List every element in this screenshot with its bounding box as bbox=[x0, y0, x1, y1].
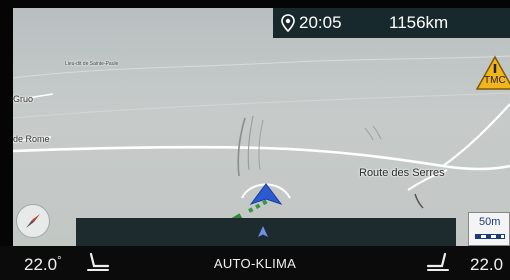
scale-bar bbox=[475, 234, 505, 239]
passenger-temperature[interactable]: 22.0 bbox=[470, 255, 503, 275]
eta-time: 20:05 bbox=[299, 13, 342, 32]
map-label-left-2: de Rome bbox=[13, 134, 50, 144]
tmc-traffic-warning[interactable]: TMC bbox=[475, 55, 510, 91]
status-bar: 20:05 1156km bbox=[273, 8, 510, 38]
map-view[interactable]: Lieu-dit de Sainte-Paule Gruo de Rome Ro… bbox=[13, 8, 510, 246]
navigation-screen: Lieu-dit de Sainte-Paule Gruo de Rome Ro… bbox=[0, 0, 510, 280]
compass-needle-icon bbox=[26, 214, 40, 228]
bezel-left bbox=[0, 0, 13, 280]
map-label-left-1: Gruo bbox=[13, 94, 34, 104]
map-roads bbox=[13, 55, 510, 246]
map-label-street: Route des Serres bbox=[359, 167, 445, 179]
passenger-seat-heating-icon[interactable] bbox=[424, 252, 450, 274]
location-pin-icon bbox=[281, 14, 295, 32]
next-maneuver-strip[interactable] bbox=[76, 218, 456, 246]
climate-bar: 22.0° AUTO-KLIMA 22.0 bbox=[0, 246, 510, 280]
remaining-distance: 1156km bbox=[389, 13, 449, 32]
tmc-label: TMC bbox=[484, 75, 506, 86]
map-scale[interactable]: 50m bbox=[468, 212, 510, 246]
map-label-place: Lieu-dit de Sainte-Paule bbox=[65, 61, 119, 67]
compass-button[interactable] bbox=[16, 204, 50, 238]
scale-value: 50m bbox=[479, 216, 501, 228]
heading-arrow-icon bbox=[258, 226, 268, 237]
bezel-top bbox=[0, 0, 510, 8]
